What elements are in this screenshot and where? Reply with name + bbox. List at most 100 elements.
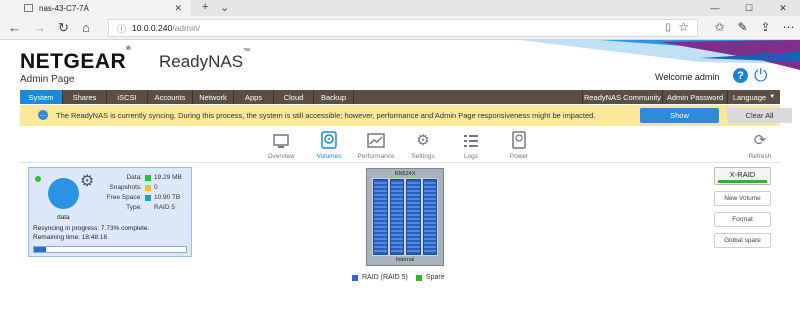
enclosure-label: Internal [395, 257, 415, 263]
browser-tab-bar: nas-43-C7-7A ✕ + ⌄ — ☐ ✕ [0, 0, 800, 16]
xraid-button[interactable]: X-RAID [714, 167, 771, 185]
drive-bay-1[interactable] [373, 179, 388, 255]
global-spare-button[interactable]: Global spare [714, 233, 771, 248]
nav-readynas-community[interactable]: ReadyNAS Community [583, 90, 663, 104]
volume-data-row: Data: 19.29 MB [99, 174, 189, 181]
snapshots-label: Snapshots: [109, 184, 142, 191]
more-icon[interactable]: ⋯ [777, 20, 800, 34]
nav-apps[interactable]: Apps [234, 90, 274, 104]
drive-bay-2[interactable] [389, 179, 404, 255]
product-label: ReadyNAS [159, 52, 244, 71]
window-controls: — ☐ ✕ [698, 0, 800, 16]
type-value: RAID 5 [154, 204, 175, 211]
spare-legend-label: Spare [425, 274, 445, 281]
subnav-logs[interactable]: Logs [449, 131, 493, 160]
subnav-divider [20, 162, 780, 163]
home-icon[interactable]: ⌂ [82, 20, 90, 35]
show-button[interactable]: Show [640, 108, 719, 123]
data-label: Data: [126, 174, 142, 181]
snapshots-value: 0 [154, 184, 158, 191]
trademark-mark: ™ [243, 48, 251, 56]
logs-icon [449, 131, 493, 149]
share-icon[interactable]: ⇪ [754, 20, 777, 34]
free-space-swatch [145, 194, 151, 201]
subnav-performance[interactable]: Performance [354, 131, 398, 160]
nav-cloud[interactable]: Cloud [274, 90, 314, 104]
refresh-page-icon[interactable]: ↻ [58, 20, 69, 36]
main-nav: System Shares iSCSI Accounts Network App… [20, 90, 780, 104]
browser-tab[interactable]: nas-43-C7-7A ✕ [0, 0, 190, 16]
volume-settings-gear-icon[interactable]: ⚙ [80, 171, 94, 191]
close-window-icon[interactable]: ✕ [766, 0, 800, 16]
nav-admin-password[interactable]: Admin Password [663, 90, 728, 104]
notes-icon[interactable]: ✎ [731, 20, 754, 34]
nav-network[interactable]: Network [193, 90, 234, 104]
favorites-icon[interactable]: ✩ [708, 20, 731, 34]
volumes-icon [307, 131, 351, 149]
notification-message: The ReadyNAS is currently syncing. Durin… [56, 111, 596, 120]
subnav-volumes[interactable]: Volumes [307, 131, 351, 160]
volume-disk-icon [48, 178, 79, 209]
close-tab-icon[interactable]: ✕ [174, 3, 182, 14]
reading-view-icon[interactable]: ▯ [665, 22, 671, 33]
xraid-label: X-RAID [729, 170, 756, 179]
subnav-performance-label: Performance [357, 153, 395, 160]
nav-iscsi[interactable]: iSCSI [107, 90, 148, 104]
nav-shares[interactable]: Shares [63, 90, 107, 104]
raid-legend-swatch [352, 274, 358, 281]
power-icon[interactable]: ⏻ [754, 66, 767, 86]
nav-system[interactable]: System [20, 90, 63, 104]
refresh-icon: ⟳ [753, 132, 767, 149]
site-info-icon[interactable]: ⓘ [117, 22, 126, 35]
subnav-power[interactable]: Power [497, 131, 541, 160]
sync-notification: … The ReadyNAS is currently syncing. Dur… [20, 105, 792, 126]
refresh-button[interactable]: ⟳ Refresh [738, 131, 782, 160]
nav-accounts[interactable]: Accounts [148, 90, 193, 104]
caret-down-icon: ▼ [769, 94, 776, 100]
type-label: Type: [126, 204, 142, 211]
page-title: Admin Page [20, 74, 75, 85]
drive-bay-3[interactable] [406, 179, 421, 255]
drive-bay-4[interactable] [422, 179, 437, 255]
power-settings-icon [497, 131, 541, 149]
performance-icon [354, 131, 398, 149]
subnav-power-label: Power [509, 153, 529, 160]
nav-language-label: Language [732, 92, 767, 102]
nav-spacer [354, 90, 583, 104]
back-icon[interactable]: ← [8, 20, 21, 35]
resync-progress-fill [34, 247, 46, 252]
maximize-icon[interactable]: ☐ [732, 0, 766, 16]
browser-tab-title: nas-43-C7-7A [39, 3, 89, 13]
minimize-icon[interactable]: — [698, 0, 732, 16]
nav-language[interactable]: Language ▼ [728, 90, 780, 104]
new-tab-icon[interactable]: + [202, 1, 208, 13]
new-volume-button[interactable]: New Volume [714, 191, 771, 206]
drive-bays [372, 178, 438, 256]
favorite-star-icon[interactable]: ☆ [678, 20, 689, 34]
product-name: ReadyNAS™ [159, 48, 250, 72]
netgear-logo: NETGEAR® [20, 46, 131, 74]
refresh-label: Refresh [748, 153, 772, 160]
subnav-volumes-label: Volumes [316, 153, 342, 160]
xraid-status-bar [718, 180, 767, 183]
tab-list-chevron-icon[interactable]: ⌄ [220, 1, 229, 14]
notification-chat-icon: … [38, 110, 48, 120]
help-icon[interactable]: ? [733, 68, 748, 83]
url-host: 10.0.0.240 [132, 23, 173, 33]
subnav-settings[interactable]: ⚙ Settings [401, 131, 445, 160]
address-input[interactable]: ⓘ 10.0.0.240 /admin/ ▯ ☆ [108, 19, 698, 37]
format-button[interactable]: Format [714, 212, 771, 227]
subnav-overview-label: Overview [267, 153, 295, 160]
volume-card[interactable]: ⚙ data Data: 19.29 MB Snapshots: 0 Free … [28, 167, 192, 257]
volume-snapshots-row: Snapshots: 0 [99, 184, 189, 191]
nav-backup[interactable]: Backup [314, 90, 354, 104]
nas-model-label: RN524X [394, 171, 416, 177]
spare-legend-swatch [415, 274, 422, 281]
address-bar-row: ← → ↻ ⌂ ⓘ 10.0.0.240 /admin/ ▯ ☆ ✩ ✎ ⇪ ⋯ [0, 16, 800, 40]
volume-name: data [57, 214, 70, 221]
clear-all-button[interactable]: Clear All [727, 108, 792, 123]
subnav-overview[interactable]: Overview [259, 131, 303, 160]
forward-icon[interactable]: → [33, 20, 46, 35]
resync-progress-bar [33, 246, 187, 253]
browser-toolbar: ✩ ✎ ⇪ ⋯ [708, 20, 800, 34]
